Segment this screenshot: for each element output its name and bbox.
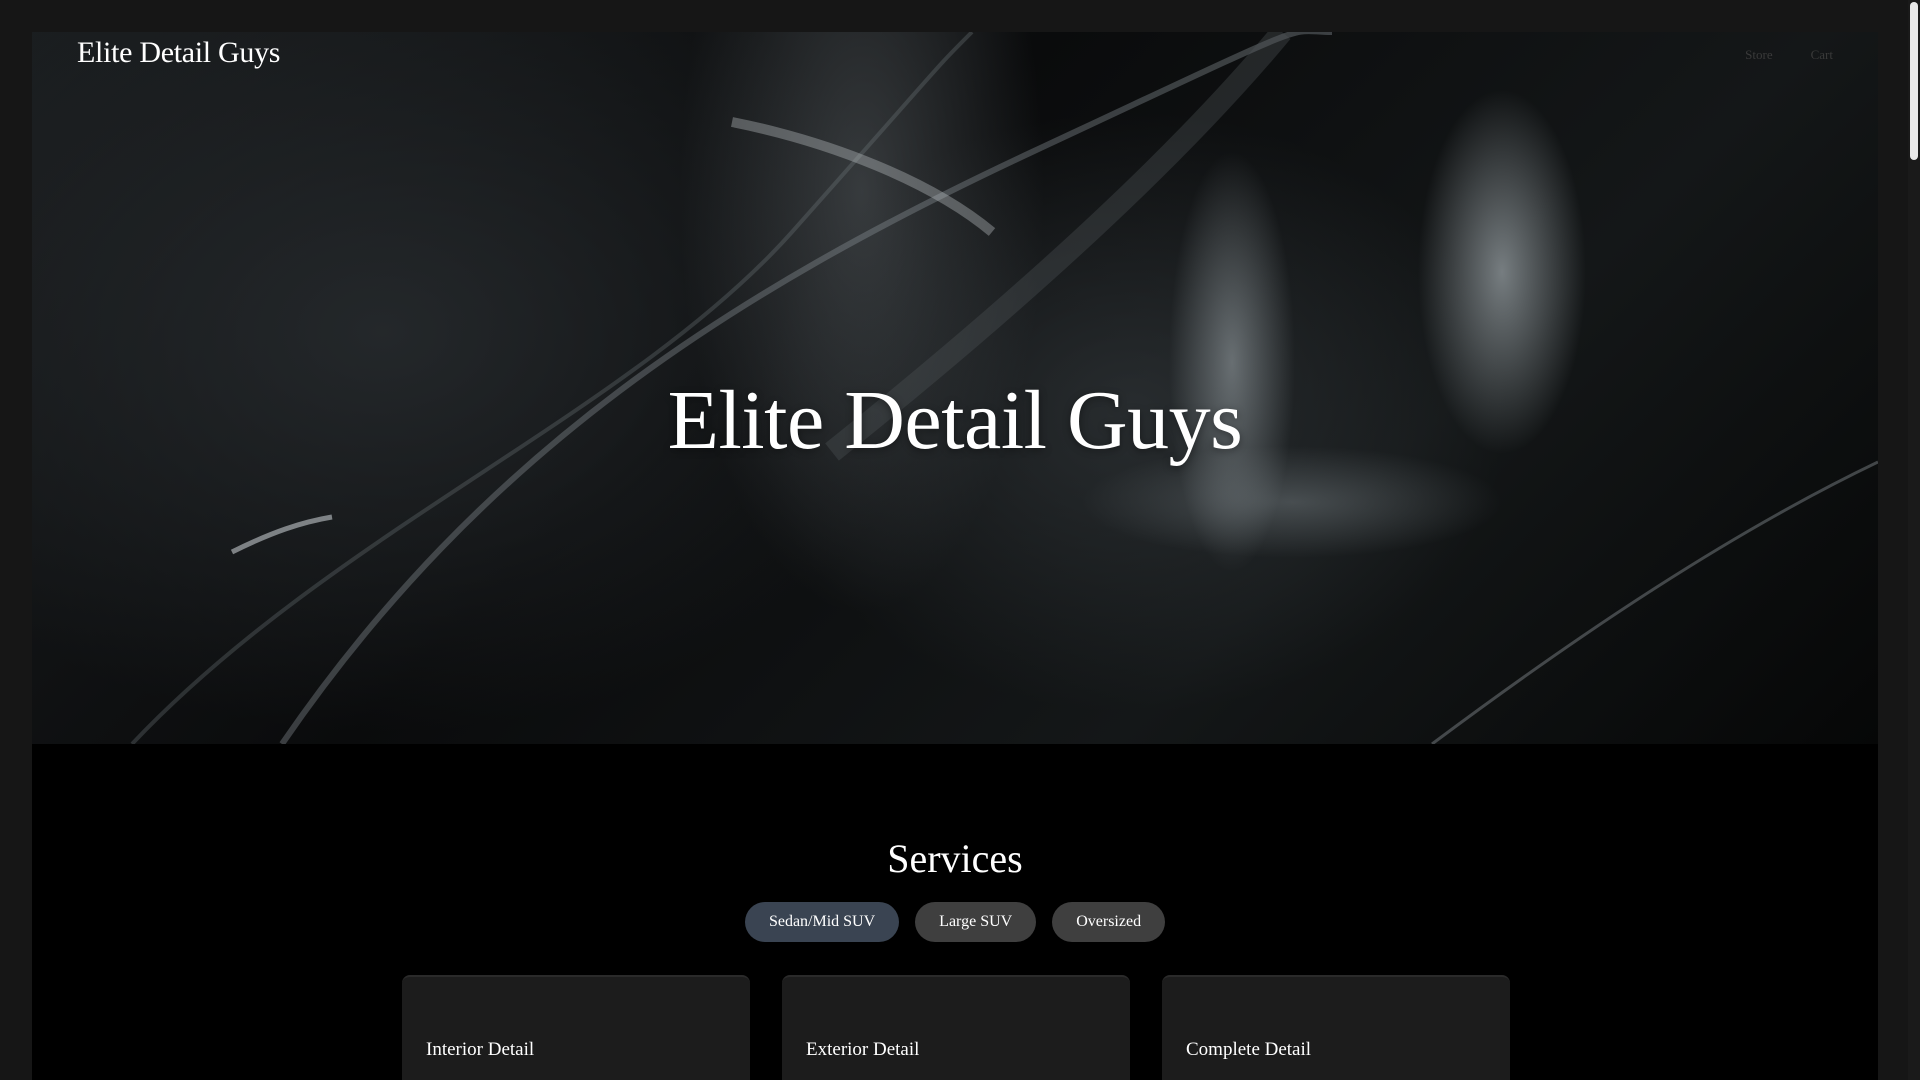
service-cards: Interior Detail Exterior Detail Complete… [402, 975, 1510, 1080]
service-card-interior[interactable]: Interior Detail [402, 975, 750, 1080]
service-card-title: Complete Detail [1186, 1039, 1312, 1060]
service-card-title: Interior Detail [426, 1039, 535, 1060]
nav-link-cart[interactable]: Cart [1811, 47, 1833, 63]
scrollbar-thumb[interactable] [1910, 2, 1918, 160]
tab-oversized[interactable]: Oversized [1052, 902, 1166, 942]
services-heading: Services [887, 836, 1023, 881]
page-scrollbar[interactable] [1908, 0, 1920, 1080]
top-nav: Store Cart [1745, 47, 1833, 63]
service-card-exterior[interactable]: Exterior Detail [782, 975, 1130, 1080]
service-card-complete[interactable]: Complete Detail [1162, 975, 1510, 1080]
hero-title: Elite Detail Guys [667, 374, 1243, 467]
service-card-title: Exterior Detail [806, 1039, 920, 1060]
vehicle-size-tabs: Sedan/Mid SUV Large SUV Oversized [32, 902, 1878, 942]
page-container: Elite Detail Guys Elite Detail Guys Stor… [32, 32, 1878, 1080]
tab-sedan-mid-suv[interactable]: Sedan/Mid SUV [744, 902, 900, 942]
nav-link-store[interactable]: Store [1745, 47, 1772, 63]
tab-large-suv[interactable]: Large SUV [915, 902, 1037, 942]
hero-section: Elite Detail Guys [32, 32, 1878, 744]
brand-logo-link[interactable]: Elite Detail Guys [77, 36, 280, 70]
